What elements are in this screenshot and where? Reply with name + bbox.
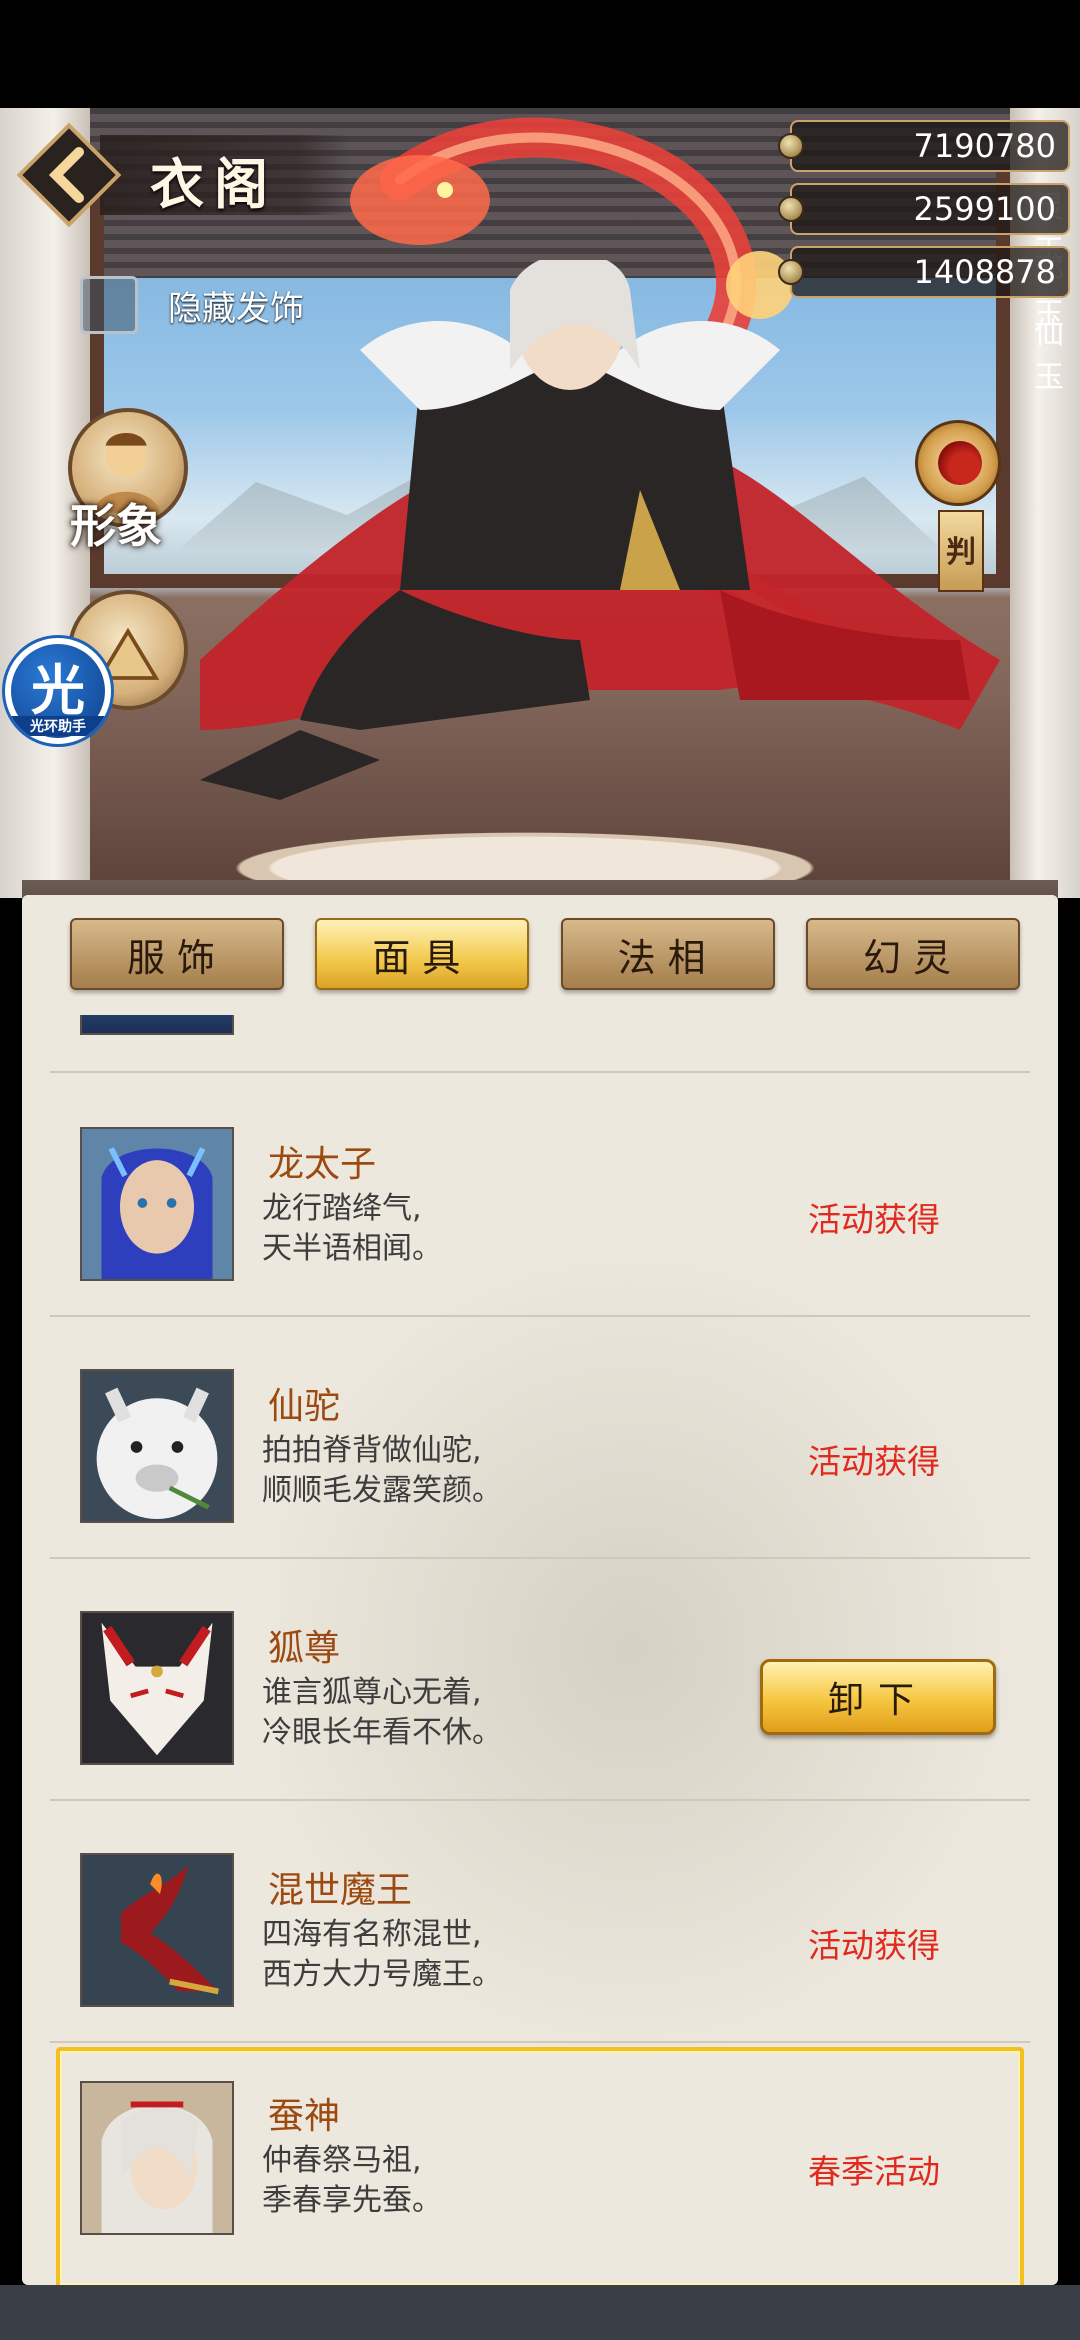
lingyu-gem-icon: [778, 133, 804, 159]
assistant-glyph: 光: [31, 659, 85, 722]
item-name: 混世魔王: [268, 1870, 413, 1911]
item-desc-line: 拍拍脊背做仙驼,: [262, 1433, 482, 1468]
item-desc-line: 仲春祭马祖,: [262, 2143, 422, 2178]
list-divider: [50, 1015, 1030, 1073]
page-title: 衣阁: [150, 152, 278, 216]
item-desc: 四海有名称混世, 西方大力号魔王。: [262, 1915, 502, 1995]
bottom-bar: [0, 2285, 1080, 2340]
list-item[interactable]: 仙驼 拍拍脊背做仙驼, 顺顺毛发露笑颜。 活动获得: [50, 1317, 1030, 1559]
item-status: 春季活动: [808, 2152, 940, 2191]
mask-thumbnail-fox: [80, 1611, 234, 1765]
item-status: 活动获得: [808, 1926, 940, 1965]
item-desc-line: 西方大力号魔王。: [262, 1957, 502, 1992]
flame-swirl-icon: [938, 441, 982, 485]
currency-xieyu: 邪玉 2599100: [778, 183, 1070, 332]
fashion-skill-button[interactable]: [915, 420, 1001, 506]
currency-value: 1408878: [913, 253, 1056, 291]
list-item-selected[interactable]: 蚕神 仲春祭马祖, 季春享先蚕。 春季活动: [56, 2047, 1024, 2285]
item-desc: 谁言狐尊心无着, 冷眼长年看不休。: [262, 1673, 502, 1753]
currency-name: 仙玉: [1034, 316, 1064, 395]
item-desc-line: 季春享先蚕。: [262, 2183, 442, 2218]
mask-list[interactable]: 龙太子 龙行踏绛气, 天半语相闻。 活动获得 仙驼 拍拍脊背做仙驼, 顺顺毛发露…: [50, 1015, 1030, 2285]
skill-tag: 判: [938, 510, 984, 592]
list-item[interactable]: 狐尊 谁言狐尊心无着, 冷眼长年看不休。 卸下: [50, 1559, 1030, 1801]
item-desc-line: 四海有名称混世,: [262, 1917, 482, 1952]
tab-mask[interactable]: 面具: [315, 918, 530, 990]
mask-thumbnail-alpaca: [80, 1369, 234, 1523]
item-name: 蚕神: [268, 2096, 341, 2137]
item-desc-line: 龙行踏绛气,: [262, 1191, 422, 1226]
item-desc-line: 谁言狐尊心无着,: [262, 1675, 482, 1710]
mask-thumbnail-dragon-prince: [80, 1127, 234, 1281]
item-status: 活动获得: [808, 1200, 940, 1239]
item-desc: 拍拍脊背做仙驼, 顺顺毛发露笑颜。: [262, 1431, 502, 1511]
category-tabs: 服饰 面具 法相 幻灵: [70, 918, 1020, 992]
item-desc-line: 冷眼长年看不休。: [262, 1715, 502, 1750]
status-bar: [0, 0, 1080, 108]
mask-thumbnail-demon-king: [80, 1853, 234, 2007]
hide-hair-label: 隐藏发饰: [168, 288, 304, 329]
mask-thumbnail-silkworm-god: [80, 2081, 234, 2235]
list-item[interactable]: 混世魔王 四海有名称混世, 西方大力号魔王。 活动获得: [50, 1801, 1030, 2043]
tab-avatar-form[interactable]: 法相: [560, 918, 775, 990]
character-art: [200, 260, 1000, 800]
looks-label: 形象: [70, 499, 162, 553]
item-name: 仙驼: [268, 1386, 341, 1427]
assistant-floating-button[interactable]: 光 光环助手: [2, 635, 114, 747]
currency-value: 7190780: [913, 127, 1056, 165]
item-desc: 仲春祭马祖, 季春享先蚕。: [262, 2141, 442, 2221]
assistant-caption: 光环助手: [5, 716, 111, 736]
tab-clothing[interactable]: 服饰: [70, 918, 284, 990]
hide-hair-toggle[interactable]: 隐藏发饰: [80, 275, 340, 335]
list-item[interactable]: 龙太子 龙行踏绛气, 天半语相闻。 活动获得: [50, 1075, 1030, 1317]
back-button[interactable]: [14, 120, 124, 230]
currency-value: 2599100: [913, 190, 1056, 228]
unequip-button[interactable]: 卸下: [760, 1659, 996, 1735]
item-desc-line: 顺顺毛发露笑颜。: [262, 1473, 502, 1508]
xieyu-gem-icon: [778, 196, 804, 222]
tab-spirit[interactable]: 幻灵: [805, 918, 1020, 990]
item-desc: 龙行踏绛气, 天半语相闻。: [262, 1189, 442, 1269]
currency-xianyu: 仙玉 1408878: [778, 246, 1070, 395]
xianyu-gem-icon: [778, 259, 804, 285]
item-name: 狐尊: [268, 1628, 341, 1669]
item-desc-line: 天半语相闻。: [262, 1231, 442, 1266]
hide-hair-checkbox[interactable]: [80, 276, 138, 334]
item-status: 活动获得: [808, 1442, 940, 1481]
currency-lingyu: 灵玉 7190780: [778, 120, 1070, 269]
item-name: 龙太子: [268, 1144, 377, 1185]
